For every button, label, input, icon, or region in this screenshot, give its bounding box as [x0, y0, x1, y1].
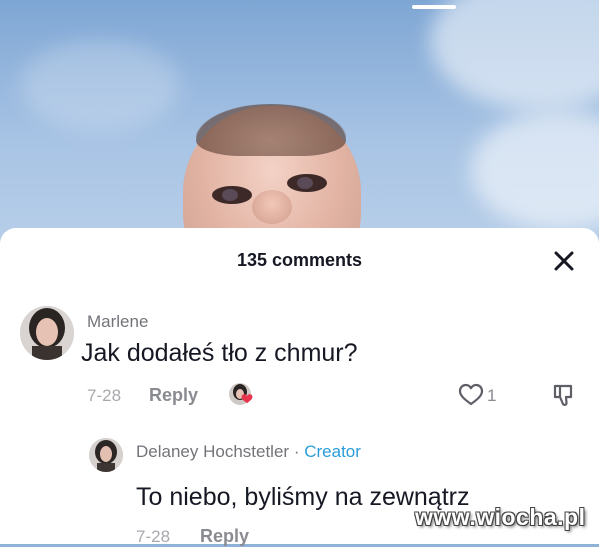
baby-nose [252, 190, 292, 224]
creator-badge: Creator [304, 442, 361, 461]
cloud [20, 40, 180, 130]
baby-eye-left [212, 186, 252, 204]
dislike-icon[interactable] [551, 382, 577, 408]
comments-sheet: 135 comments Marlene Jak dodałeś tło z c… [0, 228, 599, 546]
like-button[interactable] [458, 383, 484, 407]
like-count: 1 [487, 386, 497, 405]
comment-text: Jak dodałeś tło z chmur? [81, 339, 358, 367]
close-button[interactable] [548, 245, 580, 277]
watermark: www.wiocha.pl [415, 504, 586, 530]
baby-eye-right [287, 174, 327, 192]
dislike-button[interactable] [551, 382, 577, 408]
comments-count: 135 comments [236, 250, 363, 270]
video-background [0, 0, 599, 250]
baby-hair [196, 104, 346, 156]
creator-liked-heart-icon [229, 383, 253, 405]
heart-outline-icon[interactable] [458, 383, 484, 407]
comment-date: 7-28 [136, 527, 171, 546]
avatar[interactable] [20, 306, 74, 360]
cloud [470, 110, 599, 230]
avatar-image [89, 438, 123, 472]
drag-handle[interactable] [412, 5, 456, 9]
comment-author-line: Delaney Hochstetler · Creator [136, 442, 361, 462]
comment-date: 7-28 [87, 386, 122, 405]
comment-author[interactable]: Marlene [87, 312, 148, 332]
separator-dot: · [293, 442, 300, 461]
reply-button[interactable]: Reply [149, 385, 198, 406]
avatar[interactable] [89, 438, 123, 472]
comment-author[interactable]: Delaney Hochstetler [136, 442, 289, 461]
creator-liked-badge [228, 382, 258, 410]
avatar-image [20, 306, 74, 360]
close-icon[interactable] [548, 245, 580, 277]
cloud [430, 0, 599, 110]
